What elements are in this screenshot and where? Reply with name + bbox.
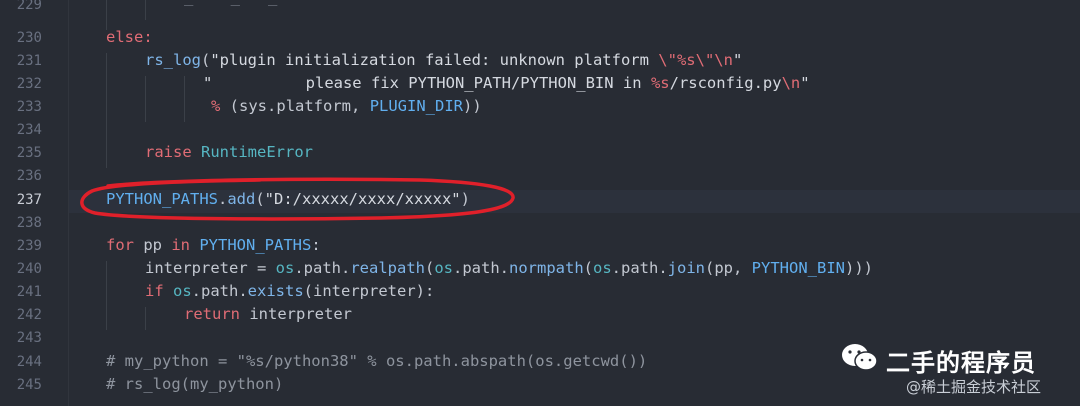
code-editor[interactable]: 229 230 231 232 233 234 235 236 237 238 … <box>0 0 1080 406</box>
watermark-subtitle: @稀土掘金技术社区 <box>906 378 1042 396</box>
watermark-title: 二手的程序员 <box>886 349 1036 377</box>
wechat-icon <box>842 344 878 371</box>
